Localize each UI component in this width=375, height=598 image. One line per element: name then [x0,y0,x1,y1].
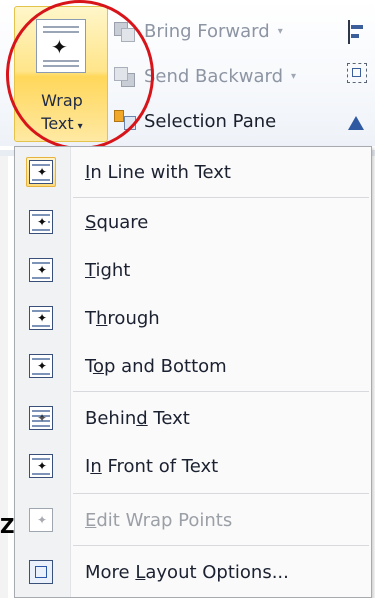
menu-item-more-layout-options[interactable]: More Layout Options... [15,549,371,595]
behind-text-icon: ✦ [29,406,53,430]
menu-item-label: Tight [85,259,131,281]
align-icon[interactable] [346,20,368,44]
menu-separator [73,545,369,546]
rotate-icon[interactable] [346,110,368,134]
menu-item-top-and-bottom[interactable]: ✦ Top and Bottom [15,343,371,389]
menu-item-edit-wrap-points: ✦ Edit Wrap Points [15,497,371,543]
through-wrap-icon: ✦ [29,306,53,330]
document-partial-text: Z [0,514,14,538]
menu-item-behind-text[interactable]: ✦ Behind Text [15,395,371,441]
group-icon[interactable] [346,62,368,86]
menu-separator [73,197,369,198]
bring-forward-dropdown-icon: ▾ [277,25,283,37]
send-backward-label: Send Backward [144,65,284,87]
top-bottom-wrap-icon: ✦ [29,354,53,378]
bring-forward-label: Bring Forward [144,20,270,42]
menu-item-label: In Front of Text [85,455,219,477]
menu-item-label: More Layout Options... [85,561,289,583]
square-wrap-icon: ✦ [29,210,53,234]
tight-wrap-icon: ✦ [29,258,53,282]
menu-item-in-front-of-text[interactable]: ✦ In Front of Text [15,443,371,489]
menu-item-tight[interactable]: ✦ Tight [15,247,371,293]
layout-options-icon [29,560,53,584]
menu-item-label: In Line with Text [85,161,231,183]
inline-wrap-icon: ✦ [29,160,53,184]
wrap-text-menu: ✦ In Line with Text ✦ Square ✦ Tight ✦ T… [14,146,372,598]
menu-item-label: Through [85,307,160,329]
menu-item-label: Behind Text [85,407,190,429]
menu-item-label: Edit Wrap Points [85,509,233,531]
edit-wrap-points-icon: ✦ [29,508,53,532]
menu-item-square[interactable]: ✦ Square [15,199,371,245]
in-front-text-icon: ✦ [29,454,53,478]
menu-item-label: Square [85,211,149,233]
menu-item-through[interactable]: ✦ Through [15,295,371,341]
menu-separator [73,391,369,392]
menu-separator [73,493,369,494]
selection-pane-label: Selection Pane [144,110,277,132]
menu-item-in-line-with-text[interactable]: ✦ In Line with Text [15,149,371,195]
menu-item-label: Top and Bottom [85,355,227,377]
ribbon: ✦ Wrap Text ▾ Bring Forward ▾ Send Backwa… [0,0,375,160]
send-backward-dropdown-icon: ▾ [291,70,297,82]
